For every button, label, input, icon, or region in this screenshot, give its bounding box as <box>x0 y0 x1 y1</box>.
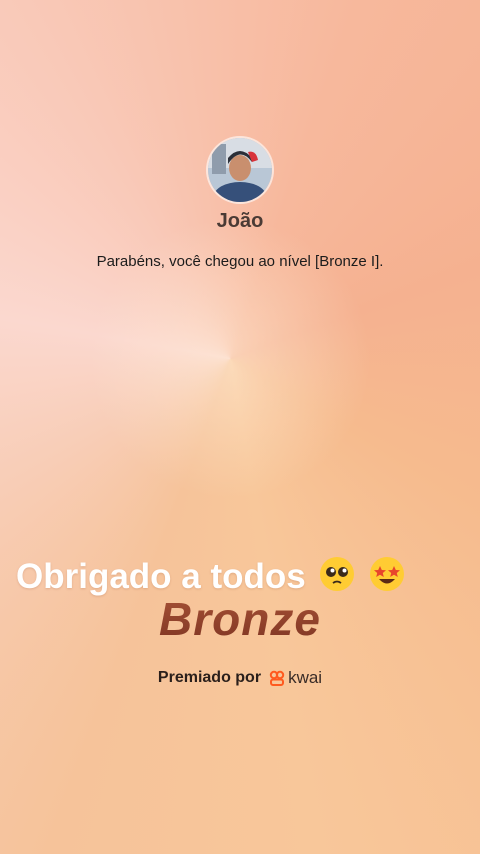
avatar[interactable] <box>208 138 272 202</box>
background-gradient <box>0 0 480 854</box>
avatar-photo-icon <box>208 138 272 202</box>
level-up-message: Parabéns, você chegou ao nível [Bronze I… <box>96 253 384 270</box>
kwai-logo: kwai <box>269 668 322 688</box>
username: João <box>216 210 264 232</box>
awarded-by: Premiado por kwai <box>0 668 480 688</box>
overlay-caption-text: Obrigado a todos <box>16 557 306 596</box>
kwai-brand-text: kwai <box>288 668 323 687</box>
kwai-logo-icon <box>269 670 285 686</box>
level-name: Bronze <box>0 592 480 646</box>
awarded-by-label: Premiado por <box>157 669 262 686</box>
